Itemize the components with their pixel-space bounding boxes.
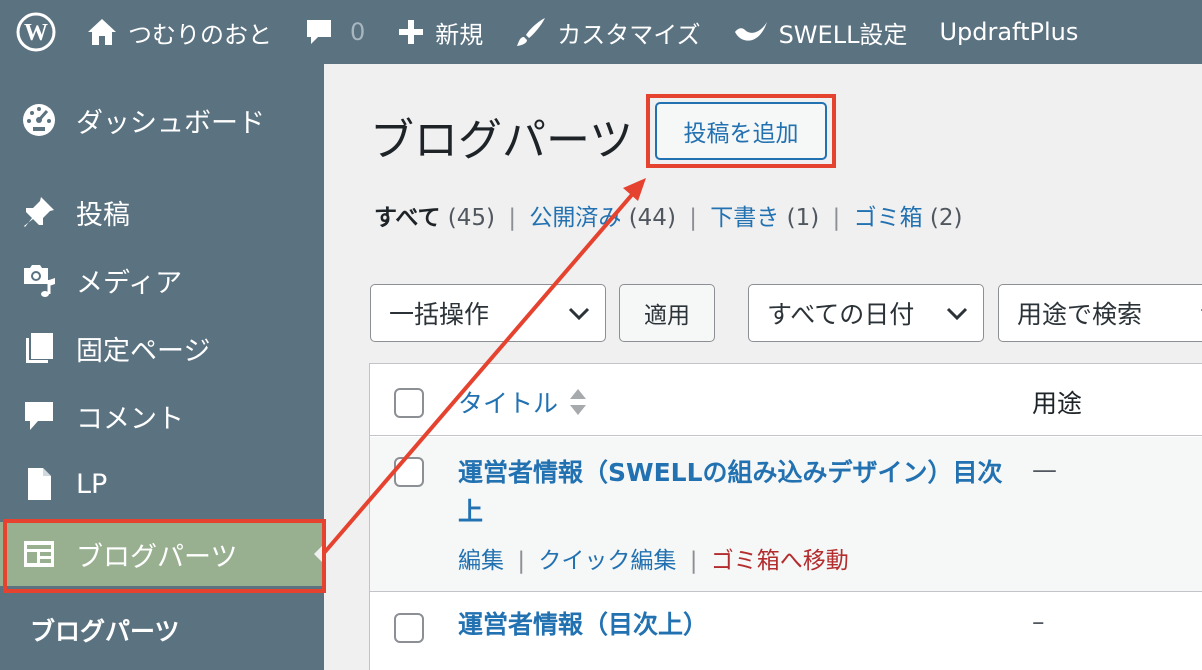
pages-icon [20,329,58,367]
svg-text:W: W [24,20,48,46]
row-checkbox[interactable] [394,613,424,643]
page-title: ブログパーツ [370,115,634,166]
customize-link[interactable]: カスタマイズ [499,0,716,64]
filter-all-count: (45) [447,205,496,231]
filter-draft[interactable]: 下書き [710,205,779,231]
current-menu-arrow [314,544,324,564]
add-new-post-button[interactable]: 投稿を追加 [655,102,827,160]
filter-published[interactable]: 公開済み [529,205,621,231]
wordpress-icon: W [16,12,56,52]
site-name-link[interactable]: つむりのおと [70,0,288,64]
filter-trash-count: (2) [929,205,963,231]
comment-icon [20,397,58,435]
quick-edit-link[interactable]: クイック編集 [538,548,676,574]
swell-settings-label: SWELL設定 [778,20,908,49]
updraftplus-link[interactable]: UpdraftPlus [923,0,1094,64]
layout-icon [20,535,58,573]
edit-link[interactable]: 編集 [458,548,504,574]
trash-link[interactable]: ゴミ箱へ移動 [711,548,849,574]
pin-icon [20,193,58,231]
bulk-action-select[interactable]: 一括操作 [370,284,606,342]
usage-filter-select[interactable]: 用途で検索 [998,284,1202,342]
posts-table: タイトル 用途 運営者情報（SWELLの組み込みデザイン）目次上 — 編集 | … [369,363,1202,670]
filter-separator: | [832,205,841,231]
column-title-header[interactable]: タイトル [458,384,588,420]
filter-draft-count: (1) [786,205,820,231]
action-separator: | [517,548,526,574]
post-status-filters: すべて (45) | 公開済み (44) | 下書き (1) | ゴミ箱 (2) [374,198,962,232]
admin-sidebar: ダッシュボード 投稿 メディア 固定ページ コメント LP ブログパーツ ブログ… [0,64,324,670]
swell-wave-icon [734,22,767,41]
admin-bar: W つむりのおと 0 新規 カスタマイズ SWELL設定 UpdraftPlus [0,0,1202,64]
filter-published-count: (44) [628,205,676,231]
media-icon [20,261,58,299]
date-filter-value: すべての日付 [767,300,915,329]
plus-icon [399,20,424,44]
comments-link[interactable]: 0 [288,0,381,64]
sidebar-item-label: 固定ページ [76,335,211,367]
sidebar-item-label: コメント [76,403,184,435]
site-name: つむりのおと [128,20,272,49]
customize-label: カスタマイズ [557,20,701,49]
comment-icon [307,20,331,44]
home-icon [88,19,116,45]
sidebar-item-label: 投稿 [76,199,130,231]
post-title-link[interactable]: 運営者情報（目次上） [458,605,1018,644]
filter-separator: | [508,205,517,231]
table-header: タイトル 用途 [370,364,1202,436]
sidebar-item-blog-parts[interactable]: ブログパーツ [0,522,324,586]
post-title-link[interactable]: 運営者情報（SWELLの組み込みデザイン）目次上 [458,453,1018,531]
usage-cell: — [1032,455,1057,484]
row-actions: 編集 | クイック編集 | ゴミ箱へ移動 [458,541,849,575]
usage-filter-value: 用途で検索 [1017,300,1143,329]
sidebar-item-pages[interactable]: 固定ページ [0,316,324,380]
swell-settings-link[interactable]: SWELL設定 [717,0,924,64]
sidebar-item-comments[interactable]: コメント [0,384,324,448]
submenu-item-blog-parts[interactable]: ブログパーツ [30,612,180,648]
sidebar-item-label: メディア [76,267,183,299]
chevron-down-icon [946,307,968,321]
comments-count: 0 [350,18,366,46]
sort-icon [570,389,587,415]
sidebar-item-lp[interactable]: LP [0,452,324,516]
select-all-checkbox[interactable] [394,388,424,418]
bulk-action-value: 一括操作 [389,300,490,329]
filter-separator: | [689,205,697,231]
dashboard-icon [20,101,58,139]
sidebar-item-label: LP [76,468,108,500]
sidebar-item-posts[interactable]: 投稿 [0,180,324,244]
sidebar-item-dashboard[interactable]: ダッシュボード [0,88,324,152]
new-label: 新規 [435,20,484,49]
column-title-label: タイトル [458,389,559,418]
page-icon [20,465,58,503]
filter-all[interactable]: すべて [374,205,440,231]
row-checkbox[interactable] [394,457,424,487]
date-filter-select[interactable]: すべての日付 [748,284,984,342]
main-content: ブログパーツ 投稿を追加 すべて (45) | 公開済み (44) | 下書き … [324,64,1202,670]
usage-cell: – [1032,607,1045,636]
brush-icon [517,18,546,46]
table-row: 運営者情報（目次上） – [370,593,1202,670]
sidebar-item-label: ブログパーツ [76,541,238,573]
wordpress-logo-button[interactable]: W [0,0,70,64]
filter-trash[interactable]: ゴミ箱 [854,205,923,231]
updraftplus-label: UpdraftPlus [939,18,1079,46]
apply-button[interactable]: 適用 [619,284,715,342]
column-usage-header: 用途 [1032,389,1083,418]
chevron-down-icon [568,307,590,321]
new-content-link[interactable]: 新規 [381,0,499,64]
table-row: 運営者情報（SWELLの組み込みデザイン）目次上 — 編集 | クイック編集 |… [370,437,1202,592]
sidebar-item-media[interactable]: メディア [0,248,324,312]
action-separator: | [689,548,698,574]
sidebar-item-label: ダッシュボード [76,107,265,139]
